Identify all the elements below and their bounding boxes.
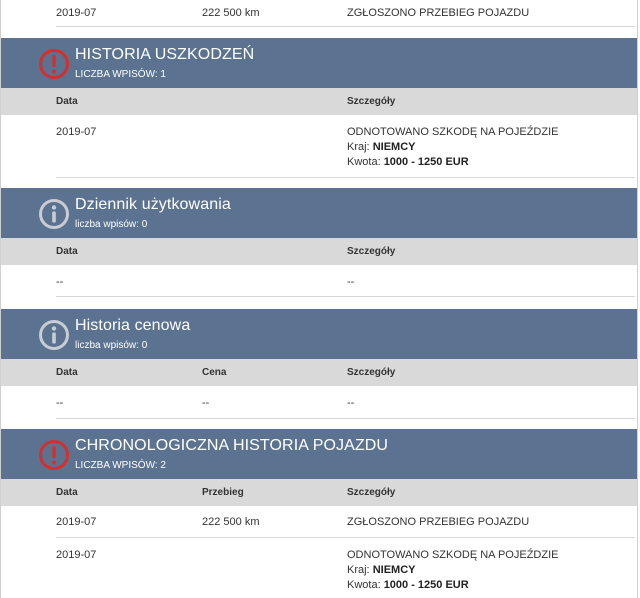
table-header: Data Przebieg Szczegóły — [1, 479, 637, 506]
section-title: HISTORIA USZKODZEŃ — [75, 46, 255, 63]
row-date: 2019-07 — [56, 7, 97, 19]
entry-count: liczba wpisów: 0 — [75, 340, 148, 351]
table-row: 2019-07 222 500 km ZGŁOSZONO PRZEBIEG PO… — [56, 0, 635, 27]
column-price: Cena — [202, 367, 227, 378]
section-title: Dziennik użytkowania — [75, 196, 231, 213]
row-details: ODNOTOWANO SZKODĘ NA POJEŹDZIE Kraj: NIE… — [347, 126, 559, 168]
row-date: 2019-07 — [56, 516, 97, 528]
usage-log-header: Dziennik użytkowania liczba wpisów: 0 — [1, 188, 637, 238]
table-row: 2019-07 222 500 km ZGŁOSZONO PRZEBIEG PO… — [56, 506, 635, 538]
row-price: -- — [202, 397, 210, 409]
info-icon — [39, 199, 69, 229]
column-details: Szczegóły — [347, 367, 396, 378]
row-details: ZGŁOSZONO PRZEBIEG POJAZDU — [347, 7, 530, 19]
price-history-header: Historia cenowa liczba wpisów: 0 — [1, 309, 637, 359]
info-icon — [39, 320, 69, 350]
table-row: -- -- — [56, 265, 635, 297]
entry-count: LICZBA WPISÓW: 1 — [75, 69, 166, 80]
damage-history-header: HISTORIA USZKODZEŃ LICZBA WPISÓW: 1 — [1, 38, 637, 88]
row-date: 2019-07 — [56, 126, 97, 138]
section-title: Historia cenowa — [75, 317, 191, 334]
row-date: -- — [56, 276, 64, 288]
entry-count: liczba wpisów: 0 — [75, 219, 148, 230]
row-details: ZGŁOSZONO PRZEBIEG POJAZDU — [347, 516, 530, 528]
column-details: Szczegóły — [347, 96, 396, 107]
table-header: Data Cena Szczegóły — [1, 359, 637, 386]
column-date: Data — [56, 487, 78, 498]
table-row: 2019-07 ODNOTOWANO SZKODĘ NA POJEŹDZIE K… — [56, 115, 635, 178]
table-row: 2019-07 ODNOTOWANO SZKODĘ NA POJEŹDZIE K… — [56, 538, 635, 598]
entry-count: LICZBA WPISÓW: 2 — [75, 460, 166, 471]
alert-icon — [39, 49, 69, 79]
vehicle-history-report: 2019-07 222 500 km ZGŁOSZONO PRZEBIEG PO… — [0, 0, 638, 598]
row-mileage: 222 500 km — [202, 7, 260, 19]
row-date: -- — [56, 397, 64, 409]
table-header: Data Szczegóły — [1, 88, 637, 115]
section-title: CHRONOLOGICZNA HISTORIA POJAZDU — [75, 437, 389, 454]
column-mileage: Przebieg — [202, 487, 244, 498]
column-date: Data — [56, 96, 78, 107]
row-date: 2019-07 — [56, 549, 97, 561]
column-date: Data — [56, 246, 78, 257]
row-details: -- — [347, 276, 355, 288]
row-details: -- — [347, 397, 355, 409]
chronological-history-header: CHRONOLOGICZNA HISTORIA POJAZDU LICZBA W… — [1, 429, 637, 479]
column-details: Szczegóły — [347, 246, 396, 257]
column-details: Szczegóły — [347, 487, 396, 498]
alert-icon — [39, 440, 69, 470]
column-date: Data — [56, 367, 78, 378]
row-details: ODNOTOWANO SZKODĘ NA POJEŹDZIE Kraj: NIE… — [347, 549, 559, 591]
row-mileage: 222 500 km — [202, 516, 260, 528]
table-header: Data Szczegóły — [1, 238, 637, 265]
table-row: -- -- -- — [56, 386, 635, 419]
